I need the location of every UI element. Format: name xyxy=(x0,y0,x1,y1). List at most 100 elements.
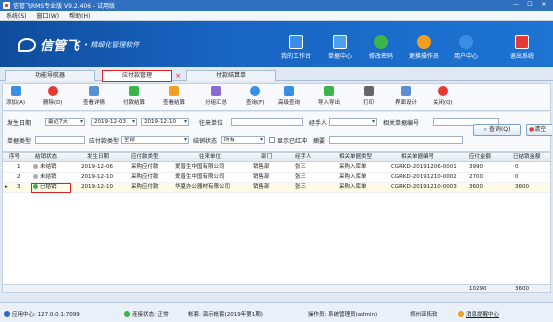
menu-help[interactable]: 帮助(H) xyxy=(69,11,90,20)
advanced-query-button[interactable]: 高级查询 xyxy=(278,86,300,106)
layout-design-button[interactable]: 界面设计 xyxy=(395,86,417,106)
handler-input[interactable] xyxy=(329,118,377,126)
settled-cell: 3600 xyxy=(515,184,529,190)
column-header[interactable]: 应付款类型 xyxy=(131,153,159,162)
switch-user-icon xyxy=(417,35,431,49)
delete-button[interactable]: 删除(D) xyxy=(43,86,63,106)
remark-input[interactable] xyxy=(329,136,463,144)
unit-cell: 华夏办公器材有限公司 xyxy=(175,184,231,190)
toolbar-label: 导入导出 xyxy=(318,100,341,106)
settle-status-label: 结销状态 xyxy=(193,138,218,145)
date-label: 发生日期 xyxy=(7,120,32,127)
menu-window[interactable]: 窗口(W) xyxy=(37,11,60,20)
print-icon xyxy=(363,86,374,96)
doc-no-cell: CGRKD-20191210-0003 xyxy=(391,184,457,190)
total-settled: 3600 xyxy=(515,286,529,292)
payables-table: 序号 结销状态 发生日期 应付款类型 往来单位 部门 经手人 相关单据类型 相关… xyxy=(2,152,551,293)
tab-label: 应付款管理 xyxy=(121,72,152,79)
counterpart-label: 往来单位 xyxy=(199,120,224,127)
ap-type-select[interactable]: 全部 xyxy=(121,136,189,144)
date-to-input[interactable]: 2019-12-10 xyxy=(141,118,189,126)
tab-label: 功能导航器 xyxy=(34,72,65,79)
tab-accounts-payable[interactable]: 应付款管理 × xyxy=(102,70,181,82)
column-header[interactable]: 部门 xyxy=(261,153,272,162)
type-cell: 采购应付款 xyxy=(131,184,159,190)
tab-payment-settlement[interactable]: 付款结算单 xyxy=(186,70,276,81)
handler-cell: 张三 xyxy=(295,184,307,190)
doc-type-label: 单据类型 xyxy=(7,138,32,145)
maximize-button[interactable]: ☐ xyxy=(523,1,537,9)
view-settle-button[interactable]: 查看结算 xyxy=(163,86,185,106)
date-range-select[interactable]: 最近7天 xyxy=(45,118,85,126)
brand-logo: 信管飞 • 精细化管理软件 xyxy=(18,35,139,54)
doc-type-cell: 采购入库单 xyxy=(339,164,367,170)
toolbar-label: 付款结算 xyxy=(123,100,146,106)
column-header[interactable]: 往来单位 xyxy=(199,153,221,162)
nav-document-center[interactable]: 单据中心 xyxy=(320,35,360,60)
settled-cell: 0 xyxy=(515,164,519,170)
connection-status: 连接状态: 正常 xyxy=(124,310,169,318)
toolbar-label: 查询(F) xyxy=(246,100,265,106)
connection-icon xyxy=(124,311,130,317)
toolbar-label: 高级查询 xyxy=(278,100,301,106)
column-header[interactable]: 应付金额 xyxy=(469,153,491,162)
column-header[interactable]: 发生日期 xyxy=(87,153,109,162)
query-button[interactable]: 查询(F) xyxy=(246,86,264,106)
close-button[interactable]: 关闭(Q) xyxy=(433,86,453,106)
column-header[interactable]: 经手人 xyxy=(295,153,312,162)
nav-label: 更换操作员 xyxy=(408,53,439,60)
nav-label: 我的工作台 xyxy=(280,53,311,60)
import-export-button[interactable]: 导入导出 xyxy=(318,86,340,106)
print-button[interactable]: 打印 xyxy=(363,86,374,106)
nav-switch-operator[interactable]: 更换操作员 xyxy=(404,35,444,60)
settle-status-select[interactable]: 所有 xyxy=(221,136,265,144)
date-from-input[interactable]: 2019-12-03 xyxy=(91,118,137,126)
connection-text: 连接状态: 正常 xyxy=(132,312,169,318)
close-window-button[interactable]: ✕ xyxy=(537,1,551,9)
menu-system[interactable]: 系统(S) xyxy=(6,11,27,20)
unit-cell: 爱普生中国有限公司 xyxy=(175,174,225,180)
nav-change-password[interactable]: 修改密码 xyxy=(361,35,401,60)
toolbar-label: 查看结算 xyxy=(163,100,186,106)
minimize-button[interactable]: — xyxy=(509,1,523,9)
query-submit-button[interactable]: ⌕ 查询(Q) xyxy=(473,124,521,136)
row-number: 3 xyxy=(17,184,21,190)
counterpart-input[interactable] xyxy=(231,118,303,126)
show-red-checkbox[interactable] xyxy=(269,137,275,143)
payment-settle-button[interactable]: 付款结算 xyxy=(123,86,145,106)
view-detail-button[interactable]: 查看详情 xyxy=(83,86,105,106)
row-pointer-icon: ▸ xyxy=(5,184,8,190)
tab-bar: 功能导航器 应付款管理 × 付款结算单 xyxy=(0,67,553,82)
table-totals-row: 10290 3600 xyxy=(3,284,550,292)
toolbar-label: 打印 xyxy=(363,100,375,106)
message-center-link[interactable]: 消息提醒中心 xyxy=(458,310,499,318)
column-header[interactable]: 已结销金额 xyxy=(513,153,541,162)
operator-status: 操作员: 系统管理员(admin) xyxy=(308,312,378,318)
column-header[interactable]: 相关单据编号 xyxy=(401,153,434,162)
table-row-selected[interactable]: ▸ 3 已结销 2019-12-10 采购应付款 华夏办公器材有限公司 销售部 … xyxy=(3,183,550,193)
nav-exit-system[interactable]: 退出系统 xyxy=(502,35,542,60)
delete-icon xyxy=(47,86,58,96)
status-bar: 应用中心: 127.0.0.1:7099 连接状态: 正常 帐套: 演示帐套(2… xyxy=(0,302,553,322)
doc-type-input[interactable] xyxy=(35,136,85,144)
query-icon xyxy=(250,86,261,96)
table-row[interactable]: 1 未结销 2019-12-06 采购应付款 爱普生中国有限公司 销售部 张三 … xyxy=(3,163,550,173)
nav-label: 修改密码 xyxy=(368,53,393,60)
query-button-label: 查询(Q) xyxy=(488,126,511,133)
nav-user-center[interactable]: 用户中心 xyxy=(446,35,486,60)
column-header[interactable]: 序号 xyxy=(9,153,20,162)
brand-mark-icon xyxy=(18,37,36,52)
table-row[interactable]: 2 未结销 2019-12-10 采购应付款 爱普生中国有限公司 销售部 张三 … xyxy=(3,173,550,183)
app-logo-icon xyxy=(3,2,10,9)
add-button[interactable]: 添加(A) xyxy=(6,86,25,106)
reset-button[interactable]: ●清空 xyxy=(526,124,552,136)
total-amount: 10290 xyxy=(469,286,487,292)
column-header[interactable]: 结销状态 xyxy=(35,153,57,162)
group-summary-button[interactable]: 分组汇总 xyxy=(205,86,227,106)
remark-label: 摘要 xyxy=(313,138,326,145)
column-header[interactable]: 相关单据类型 xyxy=(339,153,372,162)
tab-function-navigator[interactable]: 功能导航器 xyxy=(5,70,95,81)
tab-close-icon[interactable]: × xyxy=(175,71,181,81)
date-cell: 2019-12-10 xyxy=(81,184,113,190)
nav-my-workbench[interactable]: 我的工作台 xyxy=(276,35,316,60)
